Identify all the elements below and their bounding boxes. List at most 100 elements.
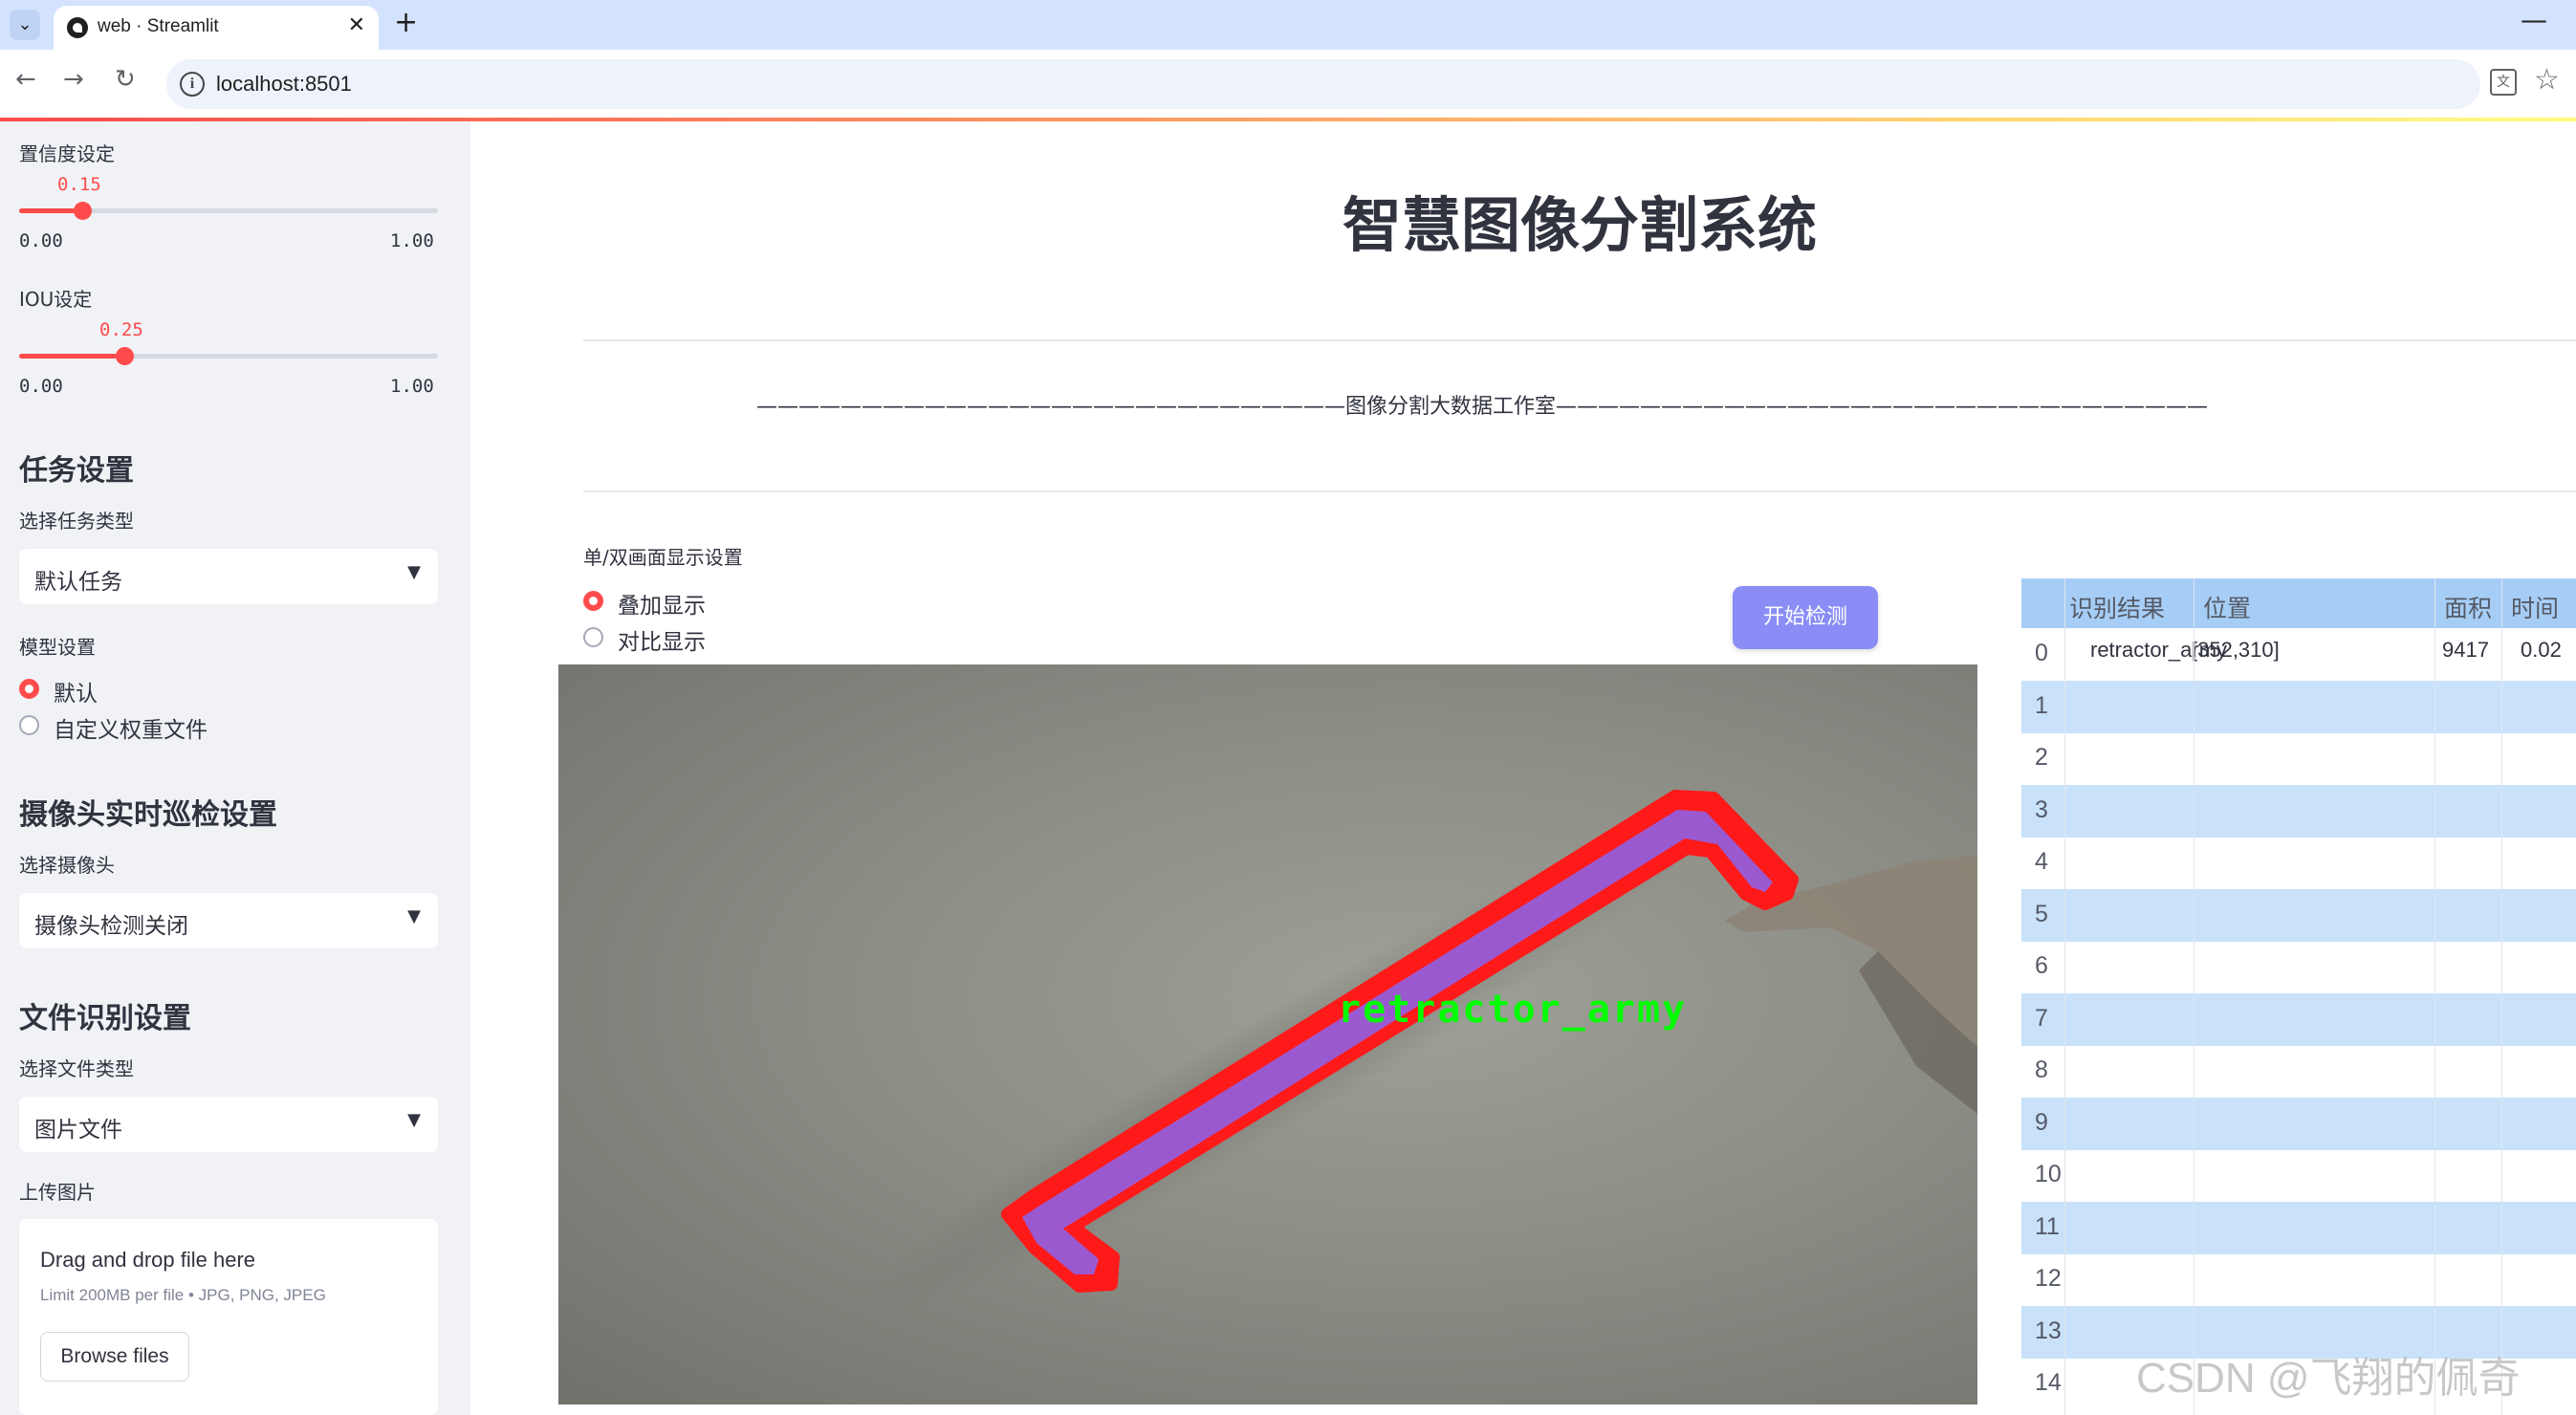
- confidence-max: 1.00: [390, 230, 434, 251]
- camera-settings-header: 摄像头实时巡检设置: [19, 798, 277, 832]
- row-index: 14: [2035, 1369, 2062, 1396]
- confidence-slider-fill: [19, 208, 82, 213]
- col-header-area[interactable]: 面积: [2444, 590, 2492, 624]
- confidence-min: 0.00: [19, 230, 63, 251]
- confidence-label: 置信度设定: [19, 142, 115, 165]
- back-arrow-icon[interactable]: ←: [15, 65, 36, 94]
- display-option-compare: 对比显示: [618, 630, 706, 655]
- sidebar: 置信度设定 0.15 0.00 1.00 IOU设定 0.25 0.00 1.0…: [0, 121, 470, 1415]
- confidence-slider-thumb[interactable]: [73, 202, 92, 220]
- table-row[interactable]: 1: [2021, 680, 2576, 733]
- camera-select[interactable]: 摄像头检测关闭 ▼: [19, 893, 438, 948]
- bookmark-star-icon[interactable]: ☆: [2534, 63, 2560, 97]
- table-row[interactable]: 2: [2021, 732, 2576, 785]
- table-row[interactable]: 0 retractor_army [352,310] 9417 0.02: [2021, 628, 2576, 681]
- cell-time: 0.02: [2521, 638, 2562, 662]
- camera-select-label: 选择摄像头: [19, 854, 115, 877]
- row-index: 5: [2035, 900, 2048, 927]
- row-index: 2: [2035, 744, 2048, 771]
- row-index: 3: [2035, 795, 2048, 823]
- model-option-custom: 自定义权重文件: [54, 718, 207, 743]
- table-row[interactable]: 11: [2021, 1201, 2576, 1254]
- cell-position: [352,310]: [2192, 638, 2280, 662]
- task-type-select[interactable]: 默认任务 ▼: [19, 549, 438, 604]
- radio-unselected-icon[interactable]: [583, 627, 603, 647]
- forward-arrow-icon[interactable]: →: [63, 65, 84, 94]
- file-type-value: 图片文件: [34, 1118, 122, 1143]
- iou-value: 0.25: [99, 319, 143, 340]
- address-url[interactable]: localhost:8501: [216, 72, 352, 97]
- iou-slider[interactable]: [19, 347, 438, 365]
- col-header-position[interactable]: 位置: [2203, 590, 2251, 624]
- browse-files-button[interactable]: Browse files: [40, 1332, 189, 1382]
- dropzone-limit: Limit 200MB per file • JPG, PNG, JPEG: [40, 1286, 326, 1304]
- new-tab-plus-icon[interactable]: +: [394, 6, 418, 39]
- col-header-time[interactable]: 时间: [2511, 590, 2559, 624]
- col-divider: [2434, 578, 2435, 1415]
- row-index: 7: [2035, 1004, 2048, 1032]
- tab-close-icon[interactable]: ✕: [348, 13, 365, 37]
- row-index: 6: [2035, 952, 2048, 979]
- upload-image-label: 上传图片: [19, 1181, 96, 1204]
- file-type-select[interactable]: 图片文件 ▼: [19, 1097, 438, 1152]
- row-index: 11: [2035, 1212, 2060, 1240]
- col-divider: [2501, 578, 2502, 1415]
- radio-selected-icon[interactable]: [583, 591, 603, 611]
- table-row[interactable]: 3: [2021, 784, 2576, 838]
- chevron-down-icon: ▼: [407, 1110, 421, 1130]
- display-option-overlay: 叠加显示: [618, 594, 706, 619]
- main-content: 智慧图像分割系统 ————————————————————————————图像分…: [470, 121, 2576, 1415]
- task-type-value: 默认任务: [34, 570, 122, 595]
- confidence-slider[interactable]: [19, 202, 438, 220]
- row-index: 13: [2035, 1317, 2062, 1344]
- confidence-value: 0.15: [57, 174, 101, 195]
- radio-selected-icon[interactable]: [19, 679, 39, 699]
- task-settings-header: 任务设置: [19, 454, 134, 488]
- csdn-watermark: CSDN @飞翔的佩奇: [2136, 1355, 2521, 1402]
- reload-icon[interactable]: ↻: [115, 65, 136, 94]
- segmentation-result-image: retractor_army: [558, 664, 1977, 1404]
- row-index: 12: [2035, 1265, 2062, 1292]
- chevron-down-icon: ▼: [407, 562, 421, 582]
- iou-label: IOU设定: [19, 288, 93, 311]
- start-detection-button[interactable]: 开始检测: [1733, 586, 1878, 649]
- row-index: 10: [2035, 1161, 2062, 1187]
- display-settings-label: 单/双画面显示设置: [583, 546, 743, 569]
- table-row[interactable]: 5: [2021, 888, 2576, 942]
- table-row[interactable]: 4: [2021, 837, 2576, 889]
- browser-tab[interactable]: web · Streamlit ✕: [54, 6, 379, 50]
- result-image-canvas: retractor_army: [853, 790, 1977, 1320]
- file-type-label: 选择文件类型: [19, 1057, 134, 1080]
- file-dropzone[interactable]: Drag and drop file here Limit 200MB per …: [19, 1219, 438, 1415]
- studio-divider-text: ————————————————————————————图像分割大数据工作室——…: [755, 395, 2208, 419]
- iou-max: 1.00: [390, 376, 434, 397]
- model-settings-label: 模型设置: [19, 636, 96, 659]
- browser-toolbar: ← → ↻ i localhost:8501 文 ☆: [0, 50, 2576, 119]
- table-row[interactable]: 7: [2021, 992, 2576, 1046]
- translate-icon[interactable]: 文: [2490, 69, 2517, 96]
- tab-search-chevron-icon[interactable]: ⌄: [10, 10, 40, 40]
- model-option-default: 默认: [54, 682, 98, 707]
- row-index: 9: [2035, 1108, 2048, 1136]
- col-header-result[interactable]: 识别结果: [2069, 590, 2165, 624]
- iou-slider-thumb[interactable]: [115, 347, 134, 365]
- page-title: 智慧图像分割系统: [1342, 190, 1817, 260]
- table-row[interactable]: 9: [2021, 1097, 2576, 1150]
- file-settings-header: 文件识别设置: [19, 1002, 191, 1035]
- window-minimize-icon[interactable]: —: [2521, 4, 2547, 35]
- address-bar[interactable]: i localhost:8501: [166, 59, 2480, 109]
- cell-area: 9417: [2442, 638, 2489, 662]
- radio-unselected-icon[interactable]: [19, 715, 39, 735]
- iou-min: 0.00: [19, 376, 63, 397]
- table-row[interactable]: 6: [2021, 941, 2576, 993]
- table-header: 识别结果 位置 面积 时间: [2021, 578, 2576, 628]
- divider-bottom: [583, 490, 2576, 492]
- table-row[interactable]: 12: [2021, 1253, 2576, 1306]
- tab-title: web · Streamlit: [98, 16, 219, 36]
- table-row[interactable]: 8: [2021, 1045, 2576, 1098]
- row-index: 4: [2035, 848, 2048, 875]
- detection-label: retractor_army: [1338, 988, 1687, 1032]
- col-divider: [2064, 578, 2065, 1415]
- site-info-icon[interactable]: i: [180, 72, 205, 97]
- table-row[interactable]: 10: [2021, 1149, 2576, 1202]
